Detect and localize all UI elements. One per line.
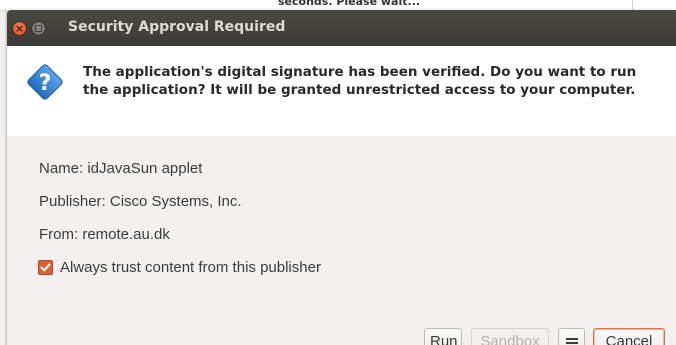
trust-publisher-option[interactable]: Always trust content from this publisher bbox=[38, 258, 321, 276]
dialog-message: The application's digital signature has … bbox=[83, 63, 673, 99]
sandbox-button[interactable]: Sandbox bbox=[471, 328, 549, 345]
question-icon: ? bbox=[27, 64, 63, 100]
trust-publisher-label[interactable]: Always trust content from this publisher bbox=[60, 259, 321, 276]
minimize-button[interactable] bbox=[31, 21, 46, 36]
trust-publisher-checkbox[interactable] bbox=[38, 259, 53, 275]
applet-source: From: remote.au.dk bbox=[39, 226, 170, 243]
background-window-divider bbox=[632, 0, 633, 10]
dialog-header-panel: ? The application's digital signature ha… bbox=[7, 46, 676, 136]
close-icon: × bbox=[14, 22, 25, 35]
applet-name: Name: idJavaSun applet bbox=[39, 160, 203, 177]
background-window-text: seconds. Please wait... bbox=[278, 0, 421, 8]
dialog-message-line-2: the application? It will be granted unre… bbox=[83, 82, 636, 98]
security-approval-dialog: × Security Approval Required ? The appli… bbox=[7, 10, 676, 345]
more-options-button[interactable] bbox=[558, 328, 585, 345]
checkmark-icon bbox=[40, 263, 51, 271]
menu-icon bbox=[565, 338, 578, 345]
screen: seconds. Please wait... × Security Appro… bbox=[0, 0, 676, 345]
dialog-title: Security Approval Required bbox=[68, 19, 286, 35]
dialog-titlebar[interactable]: × Security Approval Required bbox=[7, 10, 676, 46]
run-button[interactable]: Run bbox=[424, 328, 462, 345]
cancel-button[interactable]: Cancel bbox=[593, 328, 665, 345]
question-glyph: ? bbox=[39, 71, 52, 96]
close-button[interactable]: × bbox=[12, 21, 27, 36]
applet-publisher: Publisher: Cisco Systems, Inc. bbox=[39, 193, 242, 210]
dialog-message-line-1: The application's digital signature has … bbox=[83, 64, 637, 80]
